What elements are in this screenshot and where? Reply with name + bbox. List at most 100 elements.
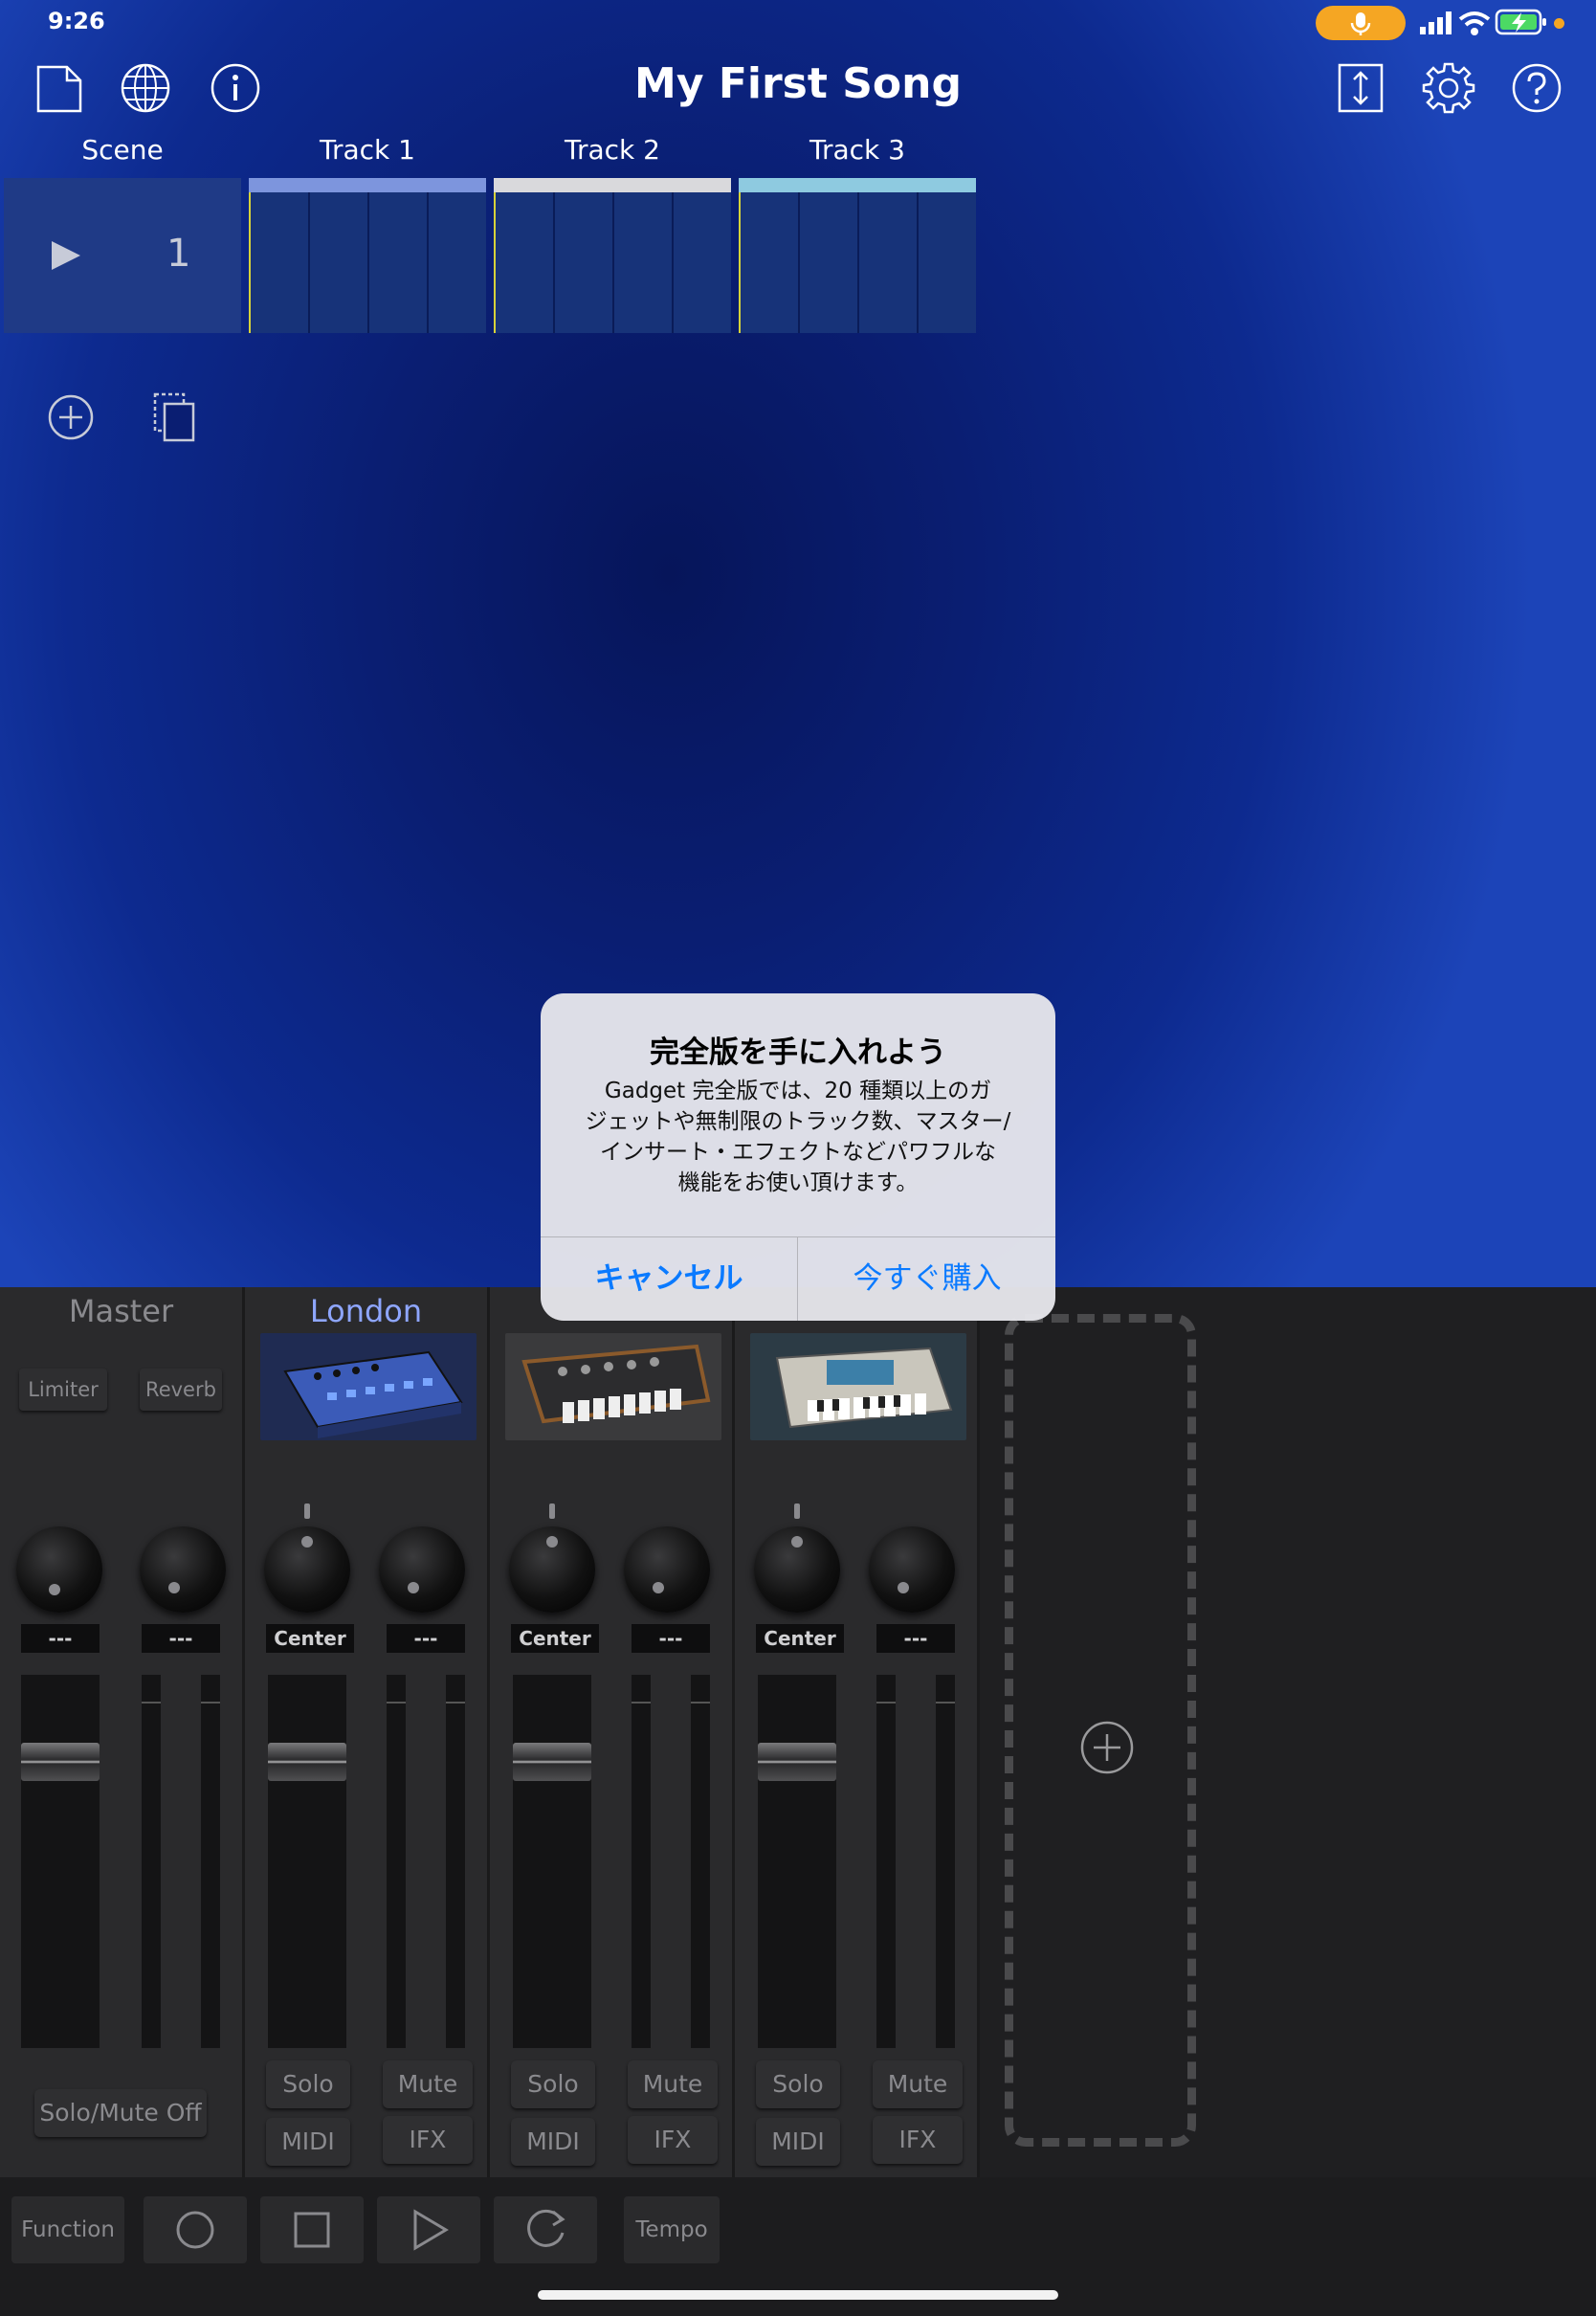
channel-3-solo-button[interactable]: Solo [756, 2060, 840, 2108]
column-label-scene: Scene [81, 134, 164, 166]
track-1-color-bar [249, 178, 486, 192]
column-label-track-2[interactable]: Track 2 [494, 134, 731, 166]
channel-2-send-value: --- [632, 1624, 710, 1653]
channel-2-solo-button[interactable]: Solo [511, 2060, 595, 2108]
channel-2-fader-handle[interactable] [513, 1743, 591, 1781]
scene-play-icon[interactable] [50, 239, 82, 272]
add-gadget-slot[interactable] [1005, 1314, 1196, 2147]
channel-1-ifx-button[interactable]: IFX [383, 2116, 473, 2164]
mixer-panel: Master Limiter Reverb --- --- Solo/Mute … [0, 1287, 1596, 2177]
add-gadget-icon[interactable] [1080, 1721, 1134, 1774]
wifi-icon [1458, 11, 1491, 35]
buy-now-button[interactable]: 今すぐ購入 [799, 1237, 1055, 1321]
channel-2-volume-fader[interactable] [513, 1675, 591, 2048]
channel-3-ifx-button[interactable]: IFX [873, 2116, 963, 2164]
reverb-button[interactable]: Reverb [140, 1369, 222, 1411]
gadget-3-thumbnail[interactable] [750, 1333, 966, 1440]
dialog-message-line-1: Gadget 完全版では、20 種類以上のガ [604, 1079, 992, 1103]
track-2-pattern-cell[interactable] [494, 178, 731, 333]
dialog-title: 完全版を手に入れよう [650, 1036, 946, 1070]
master-value-1: --- [21, 1624, 100, 1653]
settings-gear-icon[interactable] [1422, 61, 1475, 115]
track-3-pattern-cell[interactable] [739, 178, 976, 333]
playhead-marker [249, 192, 251, 333]
scene-number: 1 [166, 232, 191, 276]
channel-1-midi-button[interactable]: MIDI [266, 2118, 350, 2166]
channel-1-solo-button[interactable]: Solo [266, 2060, 350, 2108]
loop-button[interactable] [494, 2196, 597, 2263]
channel-strip-3: Center --- Solo Mute MIDI IFX [735, 1287, 980, 2177]
channel-1-fader-handle[interactable] [268, 1743, 346, 1781]
master-knob-1[interactable] [16, 1526, 102, 1613]
battery-charging-icon [1495, 9, 1546, 35]
playhead-marker [494, 192, 496, 333]
microphone-icon [1350, 12, 1371, 35]
gadget-2-thumbnail[interactable] [505, 1333, 721, 1440]
channel-3-pan-value: Center [756, 1624, 844, 1653]
master-fader-handle[interactable] [21, 1743, 100, 1781]
london-gadget-thumbnail[interactable] [260, 1333, 477, 1440]
channel-1-send-knob[interactable] [379, 1526, 465, 1613]
channel-1-volume-fader[interactable] [268, 1675, 346, 2048]
track-3-color-bar [739, 178, 976, 192]
function-button[interactable]: Function [11, 2196, 124, 2263]
solo-mute-off-button[interactable]: Solo/Mute Off [34, 2089, 207, 2137]
record-button[interactable] [144, 2196, 247, 2263]
channel-1-pan-value: Center [266, 1624, 354, 1653]
master-meter-right [201, 1675, 220, 2048]
status-time: 9:26 [48, 8, 105, 34]
master-knob-2[interactable] [140, 1526, 226, 1613]
play-button[interactable] [377, 2196, 480, 2263]
dialog-message: Gadget 完全版では、20 種類以上のガ ジェットや無制限のトラック数、マス… [567, 1076, 1029, 1198]
master-meter-left [142, 1675, 161, 2048]
channel-strip-2: Center --- Solo Mute MIDI IFX [490, 1287, 735, 2177]
master-volume-fader[interactable] [21, 1675, 100, 2048]
channel-1-mute-button[interactable]: Mute [383, 2060, 473, 2108]
channel-1-gadget-name[interactable]: London [245, 1293, 487, 1329]
home-indicator[interactable] [538, 2290, 1058, 2300]
column-label-track-3[interactable]: Track 3 [739, 134, 976, 166]
play-icon [413, 2209, 449, 2251]
channel-2-midi-button[interactable]: MIDI [511, 2118, 595, 2166]
resize-view-icon[interactable] [1338, 63, 1384, 113]
master-strip-name: Master [68, 1293, 174, 1329]
cancel-button[interactable]: キャンセル [541, 1237, 797, 1321]
track-1-pattern-cell[interactable] [249, 178, 486, 333]
channel-2-ifx-button[interactable]: IFX [628, 2116, 718, 2164]
channel-3-send-value: --- [876, 1624, 955, 1653]
loop-icon [527, 2209, 565, 2247]
limiter-button[interactable]: Limiter [19, 1369, 107, 1411]
cellular-signal-icon [1420, 11, 1452, 34]
help-icon[interactable] [1512, 63, 1562, 113]
stop-button[interactable] [260, 2196, 364, 2263]
record-icon [176, 2211, 214, 2249]
purchase-alert-dialog: 完全版を手に入れよう Gadget 完全版では、20 種類以上のガ ジェットや無… [541, 993, 1055, 1321]
channel-3-mute-button[interactable]: Mute [873, 2060, 963, 2108]
channel-3-send-knob[interactable] [869, 1526, 955, 1613]
master-strip: Master Limiter Reverb --- --- Solo/Mute … [0, 1287, 245, 2177]
scene-cell[interactable]: 1 [4, 178, 241, 333]
dialog-button-divider [797, 1236, 798, 1321]
playhead-marker [739, 192, 741, 333]
channel-3-fader-handle[interactable] [758, 1743, 836, 1781]
privacy-indicator-dot [1554, 18, 1564, 29]
channel-2-send-knob[interactable] [624, 1526, 710, 1613]
microphone-in-use-badge [1316, 6, 1406, 40]
track-2-color-bar [494, 178, 731, 192]
master-value-2: --- [142, 1624, 220, 1653]
channel-strip-1: London Center --- Solo Mute MIDI IFX [245, 1287, 490, 2177]
channel-3-pan-knob[interactable] [754, 1526, 840, 1613]
channel-3-volume-fader[interactable] [758, 1675, 836, 2048]
dialog-message-line-2: ジェットや無制限のトラック数、マスター/ [585, 1109, 1011, 1134]
channel-1-pan-knob[interactable] [264, 1526, 350, 1613]
dialog-message-line-3: インサート・エフェクトなどパワフルな [600, 1140, 996, 1165]
column-label-track-1[interactable]: Track 1 [249, 134, 486, 166]
duplicate-scene-icon[interactable] [153, 392, 197, 442]
add-scene-icon[interactable] [48, 394, 94, 440]
channel-1-send-value: --- [387, 1624, 465, 1653]
channel-2-mute-button[interactable]: Mute [628, 2060, 718, 2108]
channel-3-midi-button[interactable]: MIDI [756, 2118, 840, 2166]
channel-2-pan-knob[interactable] [509, 1526, 595, 1613]
dialog-message-line-4: 機能をお使い頂けます。 [677, 1170, 919, 1195]
tempo-button[interactable]: Tempo [624, 2196, 720, 2263]
